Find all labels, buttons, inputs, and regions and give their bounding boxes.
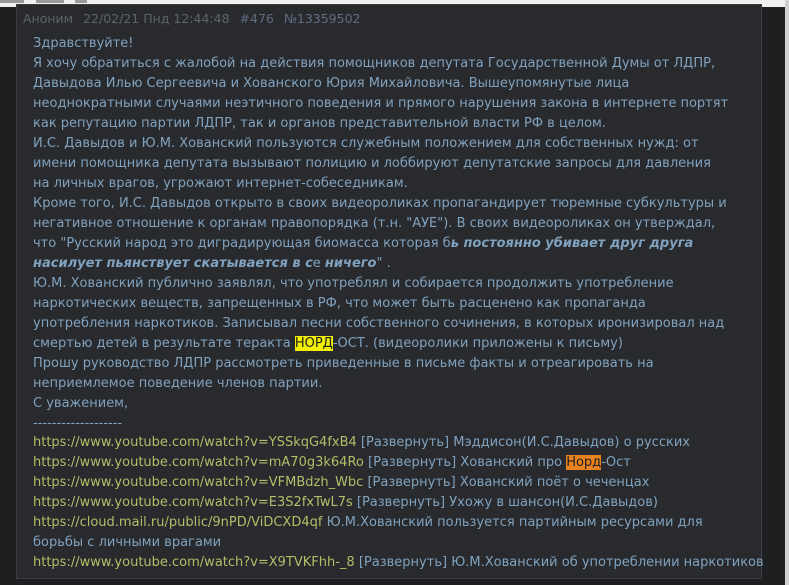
quote-text: что "Русский народ это диградирующая био…	[33, 236, 451, 251]
youtube-link[interactable]: https://www.youtube.com/watch?v=X9TVKFhh…	[33, 555, 355, 570]
youtube-link[interactable]: https://www.youtube.com/watch?v=VFMBdzh_…	[33, 475, 363, 490]
link-row: https://www.youtube.com/watch?v=VFMBdzh_…	[33, 473, 753, 493]
link-list: https://www.youtube.com/watch?v=YSSkqG4f…	[33, 433, 764, 573]
expand-button[interactable]: [Развернуть]	[361, 435, 449, 450]
link-row: https://www.youtube.com/watch?v=mA70g3k6…	[33, 453, 753, 473]
message-line: Кроме того, И.С. Давыдов открыто в своих…	[33, 196, 727, 211]
quote-emphasis: ничего	[324, 256, 377, 271]
expand-button[interactable]: [Развернуть]	[368, 455, 456, 470]
message-line: неоднократными случаями неэтичного повед…	[33, 96, 729, 111]
post: Аноним 22/02/21 Пнд 12:44:48 #476 №13359…	[16, 4, 764, 579]
message-line: как репутацию партии ЛДПР, так и органов…	[33, 116, 606, 131]
link-description: Ухожу в шансон(И.С.Давыдов)	[449, 495, 658, 510]
link-description: Ю.М.Хованский об употреблении наркотиков	[451, 555, 764, 570]
link-row: https://cloud.mail.ru/public/9nPD/ViDCXD…	[33, 513, 753, 533]
expand-button[interactable]: [Развернуть]	[359, 555, 447, 570]
quote-line: что "Русский народ это диградирующая био…	[33, 234, 753, 254]
message-line: неприемлемое поведение членов партии.	[33, 376, 323, 391]
cloud-link[interactable]: https://cloud.mail.ru/public/9nPD/ViDCXD…	[33, 515, 322, 530]
quote-emphasis: насилует пьянствует скатывается в с	[33, 256, 313, 271]
youtube-link[interactable]: https://www.youtube.com/watch?v=mA70g3k6…	[33, 455, 364, 470]
link-row: https://www.youtube.com/watch?v=X9TVKFhh…	[33, 553, 764, 573]
message-line: негативное отношение к органам правопоря…	[33, 216, 716, 231]
youtube-link[interactable]: https://www.youtube.com/watch?v=YSSkqG4f…	[33, 435, 357, 450]
link-description: борьбы с личными врагами	[33, 535, 222, 550]
youtube-link[interactable]: https://www.youtube.com/watch?v=E3S2fxTw…	[33, 495, 353, 510]
message-line: Я хочу обратиться с жалобой на действия …	[33, 56, 716, 71]
post-message: Здравствуйте! Я хочу обратиться с жалобо…	[33, 34, 753, 434]
message-line: наркотических веществ, запрещенных в РФ,…	[33, 296, 646, 311]
expand-button[interactable]: [Развернуть]	[357, 495, 445, 510]
post-header: Аноним 22/02/21 Пнд 12:44:48 #476 №13359…	[23, 11, 366, 27]
search-highlight: Норд	[566, 455, 602, 470]
quote-line: насилует пьянствует скатывается в се нич…	[33, 254, 753, 274]
search-highlight: НОРД	[294, 336, 333, 351]
message-line: Ю.М. Хованский публично заявлял, что упо…	[33, 276, 674, 291]
link-row: https://www.youtube.com/watch?v=E3S2fxTw…	[33, 493, 753, 513]
message-text: смертью детей в результате теракта	[33, 336, 295, 351]
message-line: Здравствуйте!	[33, 36, 134, 51]
message-line: С уважением,	[33, 396, 129, 411]
link-row: https://www.youtube.com/watch?v=YSSkqG4f…	[33, 433, 753, 453]
description-text: -Ост	[601, 455, 631, 470]
post-author: Аноним	[23, 11, 74, 26]
message-line: смертью детей в результате теракта НОРД-…	[33, 334, 753, 354]
separator-line: -------------------	[33, 416, 123, 431]
expand-button[interactable]: [Развернуть]	[367, 475, 455, 490]
message-line: имени помощника депутата вызывают полици…	[33, 156, 711, 171]
link-description: Ю.М.Хованский пользуется партийным ресур…	[326, 515, 703, 530]
post-date: 22/02/21 Пнд 12:44:48	[83, 11, 230, 26]
link-description: Хованский поёт о чеченцах	[459, 475, 650, 490]
quote-text: е	[312, 256, 325, 271]
post-id-link[interactable]: №13359502	[284, 11, 361, 26]
link-description: Мэддисон(И.С.Давыдов) о русских	[453, 435, 690, 450]
link-row: борьбы с личными врагами	[33, 533, 753, 553]
quote-text: " .	[376, 256, 391, 271]
quote-emphasis: ь постоянно убивает друг друга	[450, 236, 694, 251]
link-description: Хованский про Норд-Ост	[460, 455, 631, 470]
message-line: употребления наркотиков. Записывал песни…	[33, 316, 725, 331]
message-line: на личных врагов, угрожают интернет-собе…	[33, 176, 408, 191]
post-number-link[interactable]: #476	[240, 11, 274, 26]
window-scrollbar[interactable]	[785, 0, 789, 585]
message-line: Давыдова Илью Сергеевича и Хованского Юр…	[33, 76, 630, 91]
description-text: Хованский про	[460, 455, 567, 470]
message-line: И.С. Давыдов и Ю.М. Хованский пользуются…	[33, 136, 699, 151]
message-line: Прошу руководство ЛДПР рассмотреть приве…	[33, 356, 654, 371]
message-text: -ОСТ. (видеоролики приложены к письму)	[332, 336, 623, 351]
